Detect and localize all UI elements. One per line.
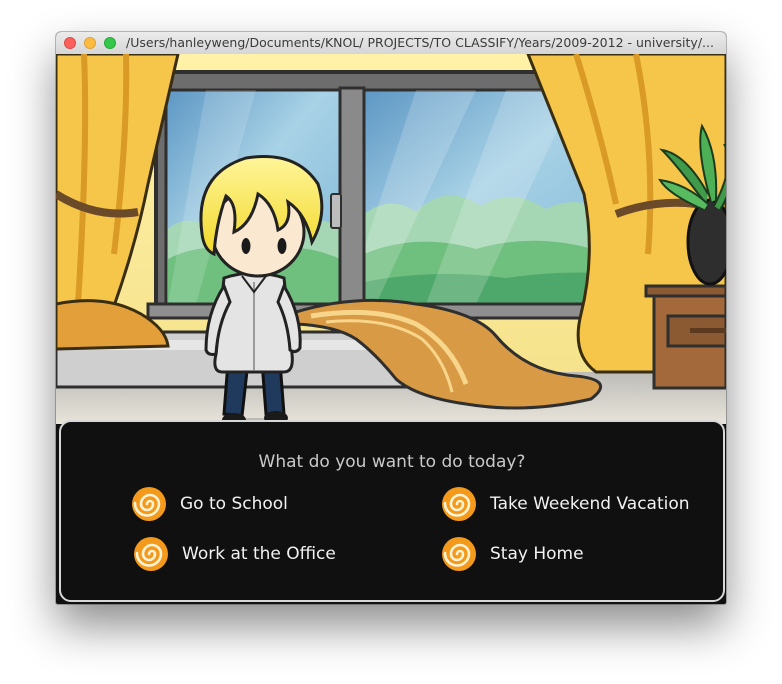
window-title: /Users/hanleyweng/Documents/KNOL/ PROJEC… bbox=[126, 35, 714, 50]
title-bar: /Users/hanleyweng/Documents/KNOL/ PROJEC… bbox=[56, 32, 726, 55]
side-table bbox=[644, 284, 726, 390]
swirl-icon bbox=[442, 537, 476, 571]
choice-label: Stay Home bbox=[490, 544, 584, 564]
dialog-prompt: What do you want to do today? bbox=[258, 452, 526, 472]
swirl-icon bbox=[442, 487, 476, 521]
choice-label: Work at the Office bbox=[182, 544, 336, 564]
swirl-icon bbox=[134, 537, 168, 571]
choice-label: Take Weekend Vacation bbox=[490, 494, 690, 514]
zoom-button[interactable] bbox=[104, 37, 116, 49]
close-button[interactable] bbox=[64, 37, 76, 49]
swirl-icon bbox=[132, 487, 166, 521]
minimize-button[interactable] bbox=[84, 37, 96, 49]
choice-take-weekend-vacation[interactable]: Take Weekend Vacation bbox=[441, 486, 690, 522]
game-scene bbox=[56, 54, 726, 424]
choice-label: Go to School bbox=[180, 494, 288, 514]
app-window: /Users/hanleyweng/Documents/KNOL/ PROJEC… bbox=[56, 32, 726, 604]
choice-work-at-the-office[interactable]: Work at the Office bbox=[133, 536, 336, 572]
choice-dialog: What do you want to do today? Go to Scho… bbox=[59, 420, 725, 602]
choice-go-to-school[interactable]: Go to School bbox=[131, 486, 288, 522]
choice-stay-home[interactable]: Stay Home bbox=[441, 536, 584, 572]
